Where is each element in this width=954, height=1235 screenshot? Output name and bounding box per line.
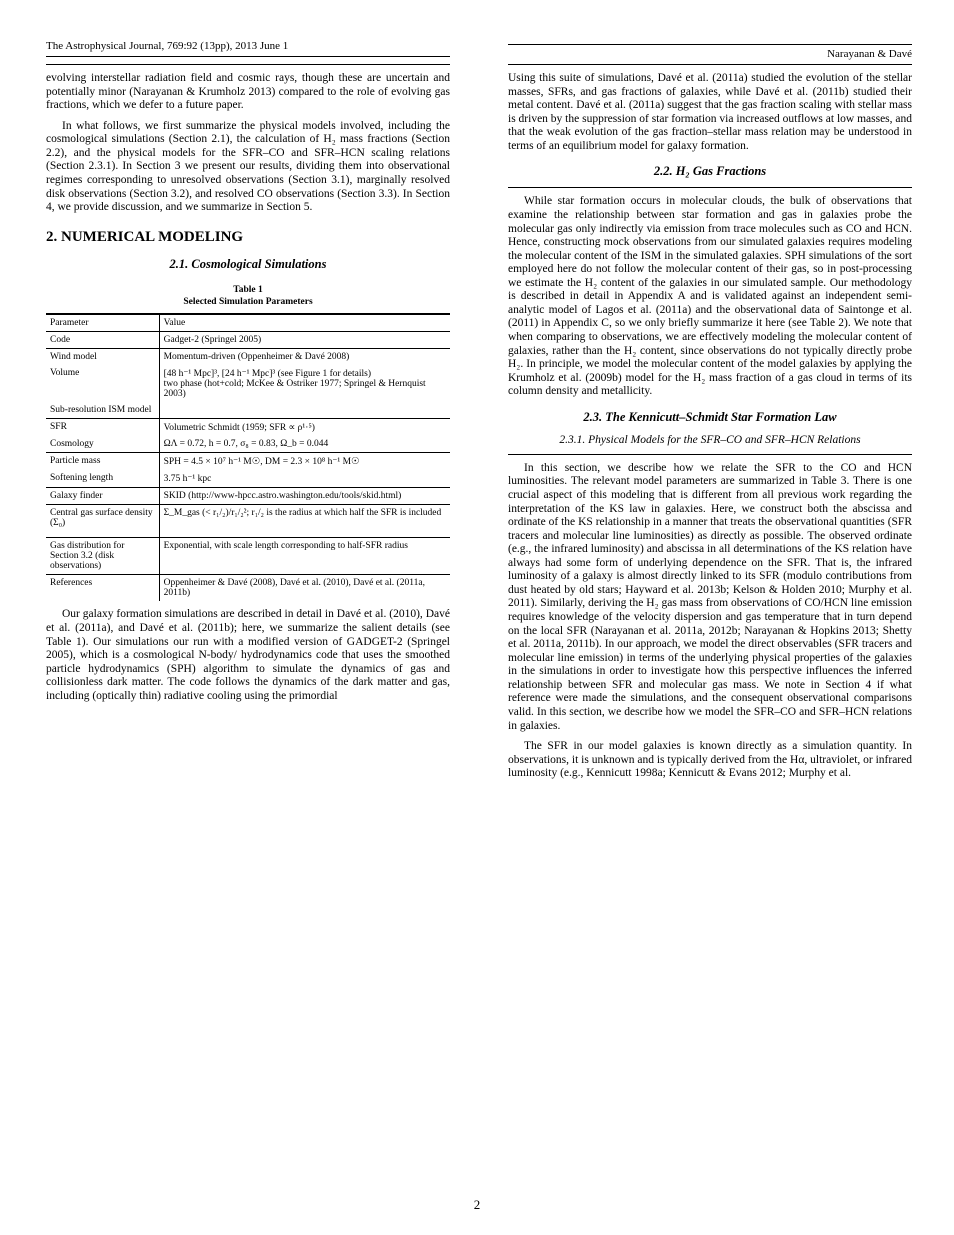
running-header-right — [508, 38, 912, 45]
right-para-3: In this section, we describe how we rela… — [508, 462, 912, 733]
page-number: 2 — [474, 1197, 481, 1213]
intro-para-1: evolving interstellar radiation field an… — [46, 72, 450, 113]
intro-para-2: In what follows, we first summarize the … — [46, 120, 450, 215]
section-2-3-title: 2.3. The Kennicutt–Schmidt Star Formatio… — [508, 410, 912, 425]
table-header-value: Value — [159, 314, 450, 332]
table-1: Parameter Value CodeGadget-2 (Springel 2… — [46, 313, 450, 601]
table-row: Code — [46, 332, 159, 349]
authors-short: Narayanan & Davé — [827, 48, 912, 60]
section-rule-2 — [508, 454, 912, 455]
table-header-param: Parameter — [46, 314, 159, 332]
page-footer: 2 — [0, 1197, 954, 1213]
section-rule-1 — [508, 187, 912, 188]
right-para-1: Using this suite of simulations, Davé et… — [508, 72, 912, 153]
table-1-caption: Table 1 Selected Simulation Parameters — [46, 285, 450, 309]
right-para-4: The SFR in our model galaxies is known d… — [508, 740, 912, 781]
running-header-left: The Astrophysical Journal, 769:92 (13pp)… — [46, 38, 450, 57]
left-body-1: Our galaxy formation simulations are des… — [46, 608, 450, 703]
journal-citation: The Astrophysical Journal, 769:92 (13pp)… — [46, 40, 288, 52]
section-2-1-title: 2.1. Cosmological Simulations — [46, 257, 450, 272]
section-2-title: 2. NUMERICAL MODELING — [46, 229, 450, 246]
header-sub-left — [46, 57, 450, 65]
right-column: Narayanan & Davé Using this suite of sim… — [508, 38, 912, 781]
header-sub-right: Narayanan & Davé — [508, 45, 912, 65]
left-column: The Astrophysical Journal, 769:92 (13pp)… — [46, 38, 450, 781]
right-para-2: While star formation occurs in molecular… — [508, 195, 912, 398]
section-2-3-1-title: 2.3.1. Physical Models for the SFR–CO an… — [508, 434, 912, 446]
section-2-2-title: 2.2. H₂ Gas Fractions — [508, 164, 912, 179]
